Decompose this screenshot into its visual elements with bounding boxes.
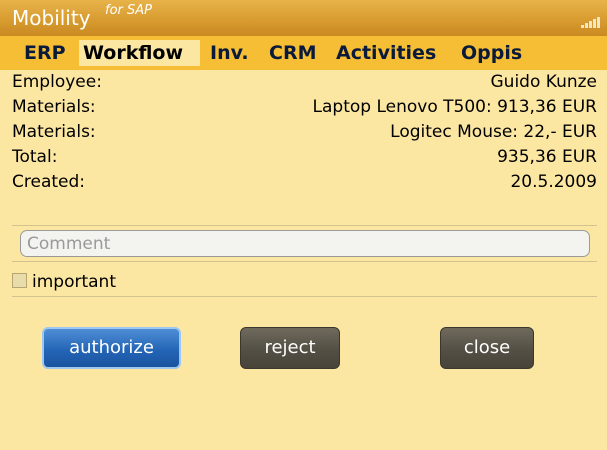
divider: [12, 225, 597, 226]
title-bar: Mobility for SAP: [0, 0, 607, 36]
divider: [12, 296, 597, 297]
important-checkbox-label[interactable]: important: [32, 271, 116, 293]
detail-label: Materials:: [12, 122, 96, 142]
detail-row-employee: Employee: Guido Kunze: [12, 71, 597, 94]
detail-label: Created:: [12, 172, 86, 192]
app-title-suffix: for SAP: [105, 3, 152, 18]
reject-button[interactable]: reject: [240, 327, 340, 369]
tab-bar: ERP Workflow Inv. CRM Activities Oppis: [0, 36, 607, 70]
detail-row-material: Materials: Logitec Mouse: 22,- EUR: [12, 121, 597, 144]
tab-activities[interactable]: Activities: [336, 40, 436, 66]
authorize-button[interactable]: authorize: [42, 327, 181, 369]
detail-label: Employee:: [12, 72, 102, 92]
detail-value: 935,36 EUR: [497, 147, 597, 167]
detail-label: Materials:: [12, 97, 96, 117]
detail-row-material: Materials: Laptop Lenovo T500: 913,36 EU…: [12, 96, 597, 119]
close-button[interactable]: close: [440, 327, 534, 369]
comment-input[interactable]: [20, 230, 590, 257]
detail-label: Total:: [12, 147, 58, 167]
app-title: Mobility: [12, 6, 91, 30]
important-checkbox[interactable]: [12, 273, 27, 288]
tab-erp[interactable]: ERP: [12, 40, 76, 66]
tab-workflow[interactable]: Workflow: [79, 40, 200, 66]
signal-strength-icon: [581, 14, 601, 28]
detail-value: Logitec Mouse: 22,- EUR: [390, 122, 597, 142]
detail-value: Guido Kunze: [490, 72, 598, 92]
detail-value: 20.5.2009: [510, 172, 597, 192]
detail-row-total: Total: 935,36 EUR: [12, 146, 597, 169]
detail-row-created: Created: 20.5.2009: [12, 171, 597, 194]
divider: [12, 261, 597, 262]
detail-value: Laptop Lenovo T500: 913,36 EUR: [312, 97, 597, 117]
tab-crm[interactable]: CRM: [269, 40, 316, 66]
tab-oppis[interactable]: Oppis: [461, 40, 522, 66]
app-screen: Mobility for SAP ERP Workflow Inv. CRM A…: [0, 0, 607, 450]
tab-inv[interactable]: Inv.: [210, 40, 249, 66]
